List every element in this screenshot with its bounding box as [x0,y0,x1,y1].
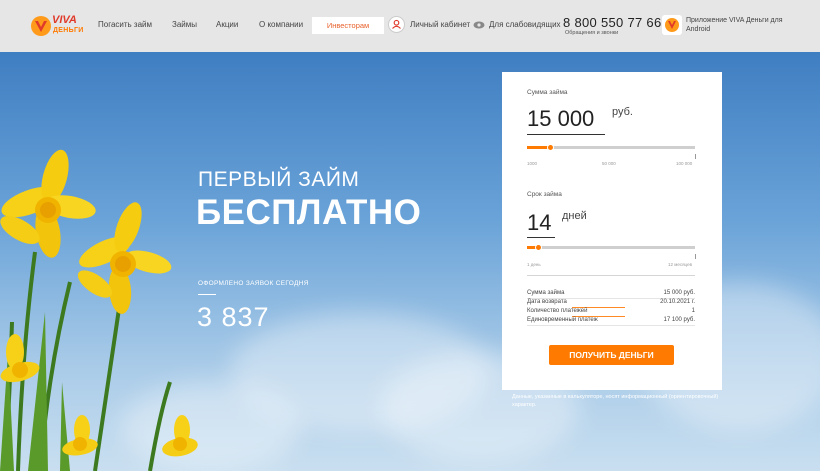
amount-tick-mid: 50 000 [602,161,616,166]
summary-divider [527,275,695,276]
applications-count-value: 3 837 [197,302,270,332]
investors-button[interactable]: Инвесторам [312,17,384,34]
term-underline [527,237,555,238]
term-unit: дней [562,210,587,222]
nav-loans[interactable]: Займы [172,20,197,29]
hero-headline-first-loan: ПЕРВЫЙ ЗАЙМ [198,168,360,191]
summary-row-return-date: Дата возврата 20.10.2021 г. [527,299,695,308]
summary-key: Количество платежей [527,308,588,314]
nav-about[interactable]: О компании [259,20,303,29]
summary-key: Дата возврата [527,299,567,305]
amount-slider-thumb[interactable] [547,144,555,151]
logo-text-viva: VIVA [52,14,77,26]
summary-key: Единовременный платеж [527,317,598,323]
summary-value: 17 100 руб. [663,317,695,323]
calculator-disclaimer: Данные, указанные в калькуляторе, носят … [512,394,719,408]
amount-unit: руб. [612,106,633,118]
term-tick-mark [695,254,696,259]
term-value[interactable]: 14 [527,210,551,236]
amount-tick-mark [695,154,696,159]
summary-value: 15 000 руб. [663,290,695,296]
phone-note: Обращения и звонки [565,30,619,36]
summary-value: 20.10.2021 г. [660,299,695,305]
count-divider [198,294,216,295]
user-icon[interactable] [388,16,405,33]
accessibility-link[interactable]: Для слабовидящих [489,20,561,29]
term-tick-min: 1 день [527,262,541,267]
loan-calculator: Сумма займа 15 000 руб. 1000 50 000 100 … [502,72,722,390]
term-slider-thumb[interactable] [535,244,543,251]
amount-tick-min: 1000 [527,161,538,166]
android-app-link[interactable]: Приложение VIVA Деньги для Android [686,16,796,34]
site-header: VIVA ДЕНЬГИ Погасить займ Займы Акции О … [0,0,820,52]
nav-repay-loan[interactable]: Погасить займ [98,20,152,29]
viva-logo[interactable]: VIVA ДЕНЬГИ [30,14,90,40]
daffodils-illustration [0,149,198,471]
applications-count-label: ОФОРМЛЕНО ЗАЯВОК СЕГОДНЯ [198,280,309,287]
summary-row-payment: Единовременный платеж 17 100 руб. [527,317,695,326]
summary-row-amount: Сумма займа 15 000 руб. [527,290,695,299]
android-app-icon[interactable] [662,15,682,35]
term-slider[interactable] [527,246,695,249]
cabinet-link[interactable]: Личный кабинет [410,20,470,29]
amount-underline [527,134,605,135]
term-tick-max: 12 месяцев [668,262,692,267]
nav-promotions[interactable]: Акции [216,20,238,29]
amount-value[interactable]: 15 000 [527,106,594,132]
term-label: Срок займа [527,191,562,198]
amount-label: Сумма займа [527,89,568,96]
summary-value: 1 [691,308,695,314]
get-money-button[interactable]: ПОЛУЧИТЬ ДЕНЬГИ [549,345,674,365]
summary-key: Сумма займа [527,290,565,296]
summary-row-payments: Количество платежей 1 [527,308,695,317]
hero-headline-free: БЕСПЛАТНО [196,193,422,232]
logo-mark-icon [31,16,51,36]
phone-number[interactable]: 8 800 550 77 66 [563,15,661,30]
eye-icon[interactable] [473,21,485,29]
logo-text-dengi: ДЕНЬГИ [53,27,84,34]
summary-rule [527,325,695,326]
amount-tick-max: 100 000 [676,161,693,166]
